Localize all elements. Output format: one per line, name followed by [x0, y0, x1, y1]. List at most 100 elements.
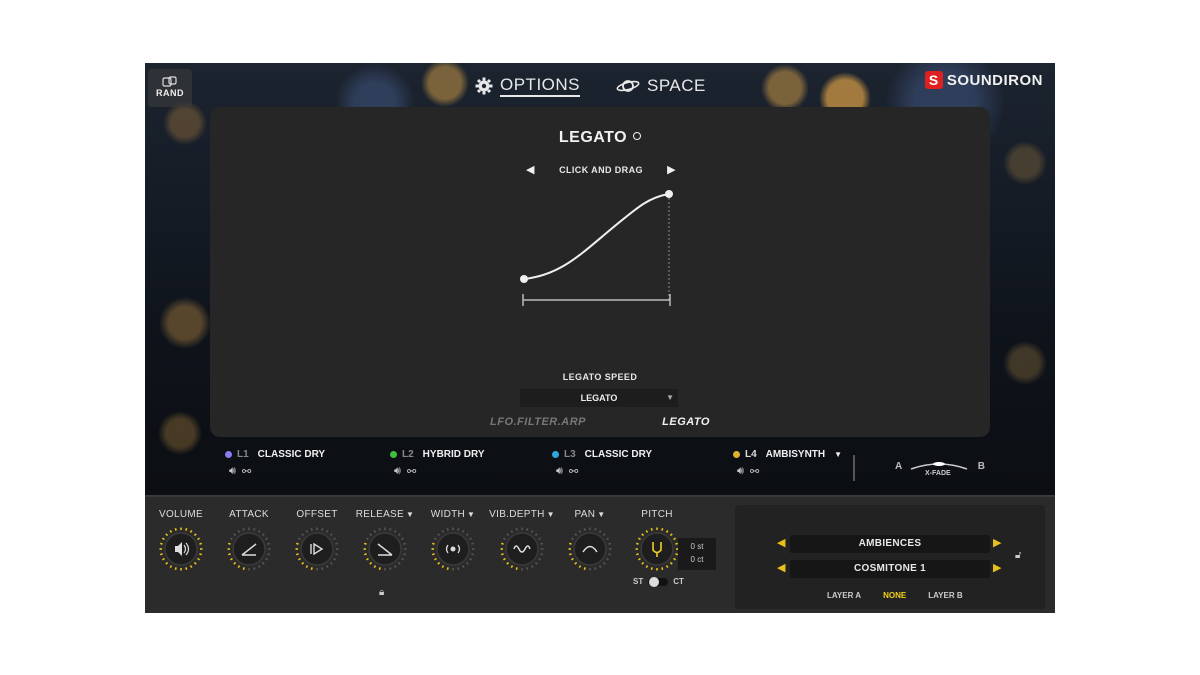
layer-id: L4: [745, 449, 757, 460]
release-label[interactable]: RELEASE ▼: [350, 509, 420, 523]
brand-name: SOUNDIRON: [946, 71, 1043, 89]
layer-id: L1: [237, 449, 249, 460]
tab-space[interactable]: SPACE: [616, 73, 706, 99]
brand-mark-icon: S: [924, 71, 943, 89]
legato-panel: LEGATO ◀ CLICK AND DRAG ▶ LEGATO SPEED L…: [210, 107, 990, 437]
preset-target-row: LAYER A NONE LAYER B: [827, 591, 963, 600]
layer-color-dot: [552, 451, 559, 458]
vib-depth-label[interactable]: VIB.DEPTH ▼: [487, 509, 557, 523]
layer-2[interactable]: L2 HYBRID DRY 🔊︎ ⚯: [390, 449, 485, 478]
rand-label: RAND: [156, 88, 184, 98]
release-knob[interactable]: [363, 527, 407, 571]
layer-color-dot: [225, 451, 232, 458]
volume-knob[interactable]: [159, 527, 203, 571]
pan-label[interactable]: PAN ▼: [555, 509, 625, 523]
attack-knob[interactable]: [227, 527, 271, 571]
legato-speed-value: LEGATO: [580, 393, 618, 403]
volume-knob-group: VOLUME: [146, 509, 216, 571]
pitch-semitones: 0 st: [690, 542, 704, 551]
layer-name: HYBRID DRY: [422, 449, 485, 460]
speaker-icon[interactable]: 🔊︎: [556, 465, 563, 478]
category-selector[interactable]: AMBIENCES: [790, 535, 990, 553]
control-bar: VOLUME ATTACK OFFSET RELEASE ▼ WIDTH ▼ VIB.DEPT…: [145, 495, 1055, 613]
speaker-icon[interactable]: 🔊︎: [737, 465, 744, 478]
dropdown-caret-icon: ▼: [666, 393, 674, 402]
lock-icon[interactable]: 🔒︎: [379, 587, 384, 598]
preset-browser: ◀ AMBIENCES ▶ ◀ COSMITONE 1 ▶ 🔓︎ LAYER A…: [735, 505, 1045, 609]
curve-selector: ◀ CLICK AND DRAG ▶: [526, 163, 676, 176]
legato-speed-label: LEGATO SPEED: [562, 372, 638, 382]
vib-depth-knob-group: VIB.DEPTH ▼: [487, 509, 557, 571]
target-none[interactable]: NONE: [883, 591, 906, 600]
layer-id: L2: [402, 449, 414, 460]
width-knob[interactable]: [431, 527, 475, 571]
layer-menu-caret-icon[interactable]: ▼: [834, 450, 842, 459]
layer-3[interactable]: L3 CLASSIC DRY 🔊︎ ⚯: [552, 449, 652, 478]
preset-selector[interactable]: COSMITONE 1: [790, 560, 990, 578]
next-category-arrow-icon[interactable]: ▶: [993, 536, 1001, 549]
offset-label: OFFSET: [296, 509, 338, 520]
legato-curve[interactable]: [510, 185, 690, 355]
link-icon[interactable]: ⚯: [242, 465, 251, 478]
curve-end-handle[interactable]: [665, 190, 673, 198]
pan-knob[interactable]: [568, 527, 612, 571]
next-curve-arrow-icon[interactable]: ▶: [667, 163, 676, 176]
pan-knob-group: PAN ▼: [555, 509, 625, 571]
prev-curve-arrow-icon[interactable]: ◀: [526, 163, 535, 176]
legato-speed-dropdown[interactable]: LEGATO ▼: [520, 389, 678, 407]
xfade-control[interactable]: A X-FADE B: [895, 457, 985, 487]
offset-knob-group: OFFSET: [282, 509, 352, 571]
link-icon[interactable]: ⚯: [569, 465, 578, 478]
prev-preset-arrow-icon[interactable]: ◀: [777, 561, 785, 574]
attack-label: ATTACK: [229, 509, 269, 520]
vib-depth-knob[interactable]: [500, 527, 544, 571]
tab-space-label: SPACE: [647, 76, 706, 95]
width-label[interactable]: WIDTH ▼: [418, 509, 488, 523]
layer-color-dot: [390, 451, 397, 458]
width-knob-group: WIDTH ▼: [418, 509, 488, 571]
brand-logo: S SOUNDIRON: [924, 71, 1043, 89]
legato-toggle[interactable]: [633, 132, 642, 140]
next-preset-arrow-icon[interactable]: ▶: [993, 561, 1001, 574]
speaker-icon[interactable]: 🔊︎: [229, 465, 236, 478]
menu-caret-icon[interactable]: ▼: [467, 510, 475, 519]
pitch-readout[interactable]: 0 st 0 ct: [678, 538, 716, 570]
st-ct-switch[interactable]: [648, 576, 669, 587]
prev-category-arrow-icon[interactable]: ◀: [777, 536, 785, 549]
target-layer-b[interactable]: LAYER B: [928, 591, 962, 600]
tab-legato[interactable]: LEGATO: [662, 416, 710, 428]
menu-caret-icon[interactable]: ▼: [597, 510, 605, 519]
target-layer-a[interactable]: LAYER A: [827, 591, 861, 600]
dice-icon: [162, 76, 177, 87]
tab-options-label: OPTIONS: [500, 75, 581, 97]
link-icon[interactable]: ⚯: [750, 465, 759, 478]
ct-label: CT: [673, 577, 684, 586]
unlock-icon[interactable]: 🔓︎: [1015, 550, 1021, 561]
xfade-b-label: B: [977, 461, 985, 472]
layer-1[interactable]: L1 CLASSIC DRY 🔊︎ ⚯: [225, 449, 325, 478]
layer-id: L3: [564, 449, 576, 460]
attack-knob-group: ATTACK: [214, 509, 284, 571]
rand-button[interactable]: RAND: [148, 69, 192, 107]
layer-name: AMBISYNTH: [765, 449, 826, 460]
pitch-knob[interactable]: [635, 527, 679, 571]
tab-lfo-filter-arp[interactable]: LFO.FILTER.ARP: [490, 416, 586, 428]
menu-caret-icon[interactable]: ▼: [406, 510, 414, 519]
link-icon[interactable]: ⚯: [407, 465, 416, 478]
tab-options[interactable]: OPTIONS: [475, 73, 581, 99]
pitch-mode-toggle[interactable]: ST CT: [633, 576, 684, 587]
offset-knob[interactable]: [295, 527, 339, 571]
panel-title-text: LEGATO: [558, 129, 628, 146]
layer-4[interactable]: L4 AMBISYNTH ▼ 🔊︎ ⚯: [733, 449, 842, 478]
xfade-a-label: A: [895, 461, 903, 472]
release-knob-group: RELEASE ▼: [350, 509, 420, 571]
curve-hint: CLICK AND DRAG: [559, 164, 643, 175]
top-nav: OPTIONS SPACE: [475, 73, 706, 99]
layer-name: CLASSIC DRY: [584, 449, 653, 460]
menu-caret-icon[interactable]: ▼: [547, 510, 555, 519]
speaker-icon[interactable]: 🔊︎: [394, 465, 401, 478]
gear-icon: [475, 77, 493, 95]
layer-strip: L1 CLASSIC DRY 🔊︎ ⚯ L2 HYBRID DRY 🔊︎ ⚯ L: [145, 449, 1055, 495]
curve-start-handle[interactable]: [520, 275, 528, 283]
pitch-label: PITCH: [641, 509, 673, 520]
